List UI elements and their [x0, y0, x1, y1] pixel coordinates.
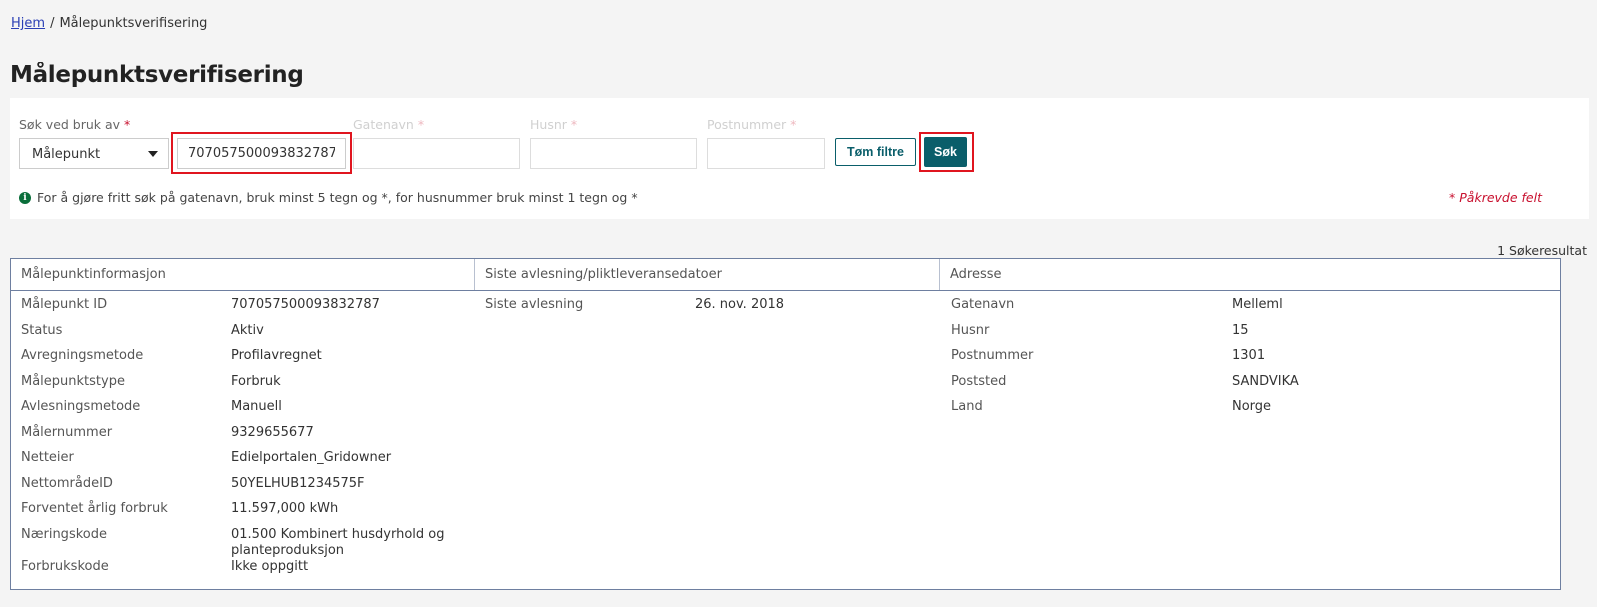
info-message: i For å gjøre fritt søk på gatenavn, bru… — [19, 190, 638, 205]
header-address: Adresse — [950, 267, 1002, 282]
search-by-label: Søk ved bruk av * — [19, 117, 131, 132]
industry-code-value-line2: planteproduksjon — [231, 543, 345, 558]
house-number-result-value: 15 — [1232, 323, 1249, 338]
status-value: Aktiv — [231, 323, 264, 338]
house-number-input[interactable] — [530, 138, 697, 169]
breadcrumb-separator: / — [50, 16, 55, 31]
info-text: For å gjøre fritt søk på gatenavn, bruk … — [37, 190, 638, 205]
chevron-down-icon — [148, 151, 158, 157]
house-number-label: Husnr * — [530, 117, 578, 132]
reading-method-value: Manuell — [231, 399, 282, 414]
meter-id-value: 707057500093832787 — [231, 297, 380, 312]
search-by-select[interactable]: Målepunkt — [19, 138, 169, 169]
results-table: Målepunktinformasjon Siste avlesning/pli… — [10, 258, 1561, 590]
meter-number-label: Målernummer — [21, 425, 113, 440]
meter-number-value: 9329655677 — [231, 425, 314, 440]
result-count: 1 Søkeresultat — [1497, 243, 1587, 258]
city-label: Poststed — [951, 374, 1007, 389]
highlight-box-button — [919, 132, 974, 172]
postal-code-result-label: Postnummer — [951, 348, 1034, 363]
postal-code-input[interactable] — [707, 138, 825, 169]
house-number-result-label: Husnr — [951, 323, 990, 338]
breadcrumb: Hjem / Målepunktsverifisering — [11, 16, 207, 31]
street-label: Gatenavn * — [353, 117, 425, 132]
required-fields-note: * Påkrevde felt — [1449, 190, 1542, 205]
street-name-value: Melleml — [1232, 297, 1283, 312]
search-by-value: Målepunkt — [32, 147, 101, 162]
expected-consumption-label: Forventet årlig forbruk — [21, 501, 168, 516]
info-icon: i — [19, 191, 31, 204]
grid-owner-label: Netteier — [21, 450, 74, 465]
last-reading-value: 26. nov. 2018 — [695, 297, 785, 312]
header-last-reading: Siste avlesning/pliktleveransedatoer — [475, 259, 940, 290]
status-label: Status — [21, 323, 63, 338]
industry-code-label: Næringskode — [21, 527, 107, 542]
meter-point-type-value: Forbruk — [231, 374, 281, 389]
grid-owner-value: Edielportalen_Gridowner — [231, 450, 392, 465]
street-input[interactable] — [353, 138, 520, 169]
header-meter-info: Målepunktinformasjon — [11, 259, 475, 290]
city-value: SANDVIKA — [1232, 374, 1299, 389]
settlement-method-value: Profilavregnet — [231, 348, 322, 363]
meter-id-label: Målepunkt ID — [21, 297, 108, 312]
meter-point-type-label: Målepunktstype — [21, 374, 125, 389]
results-header: Målepunktinformasjon Siste avlesning/pli… — [11, 259, 1560, 291]
page-title: Målepunktsverifisering — [10, 62, 304, 88]
postal-code-result-value: 1301 — [1232, 348, 1266, 363]
grid-area-id-label: NettområdeID — [21, 476, 113, 491]
search-panel: Søk ved bruk av * Målepunkt Gatenavn * H… — [10, 98, 1589, 219]
postal-code-label: Postnummer * — [707, 117, 797, 132]
reading-method-label: Avlesningsmetode — [21, 399, 141, 414]
breadcrumb-home-link[interactable]: Hjem — [11, 16, 45, 31]
consumption-code-value: Ikke oppgitt — [231, 559, 309, 574]
clear-filters-button[interactable]: Tøm filtre — [835, 138, 916, 166]
country-label: Land — [951, 399, 983, 414]
street-name-label: Gatenavn — [951, 297, 1015, 312]
highlight-box-input — [171, 132, 352, 174]
grid-area-id-value: 50YELHUB1234575F — [231, 476, 365, 491]
last-reading-label: Siste avlesning — [485, 297, 584, 312]
country-value: Norge — [1232, 399, 1272, 414]
consumption-code-label: Forbrukskode — [21, 559, 109, 574]
industry-code-value: 01.500 Kombinert husdyrhold og — [231, 527, 445, 542]
expected-consumption-value: 11.597,000 kWh — [231, 501, 339, 516]
breadcrumb-current: Målepunktsverifisering — [59, 16, 208, 31]
settlement-method-label: Avregningsmetode — [21, 348, 144, 363]
